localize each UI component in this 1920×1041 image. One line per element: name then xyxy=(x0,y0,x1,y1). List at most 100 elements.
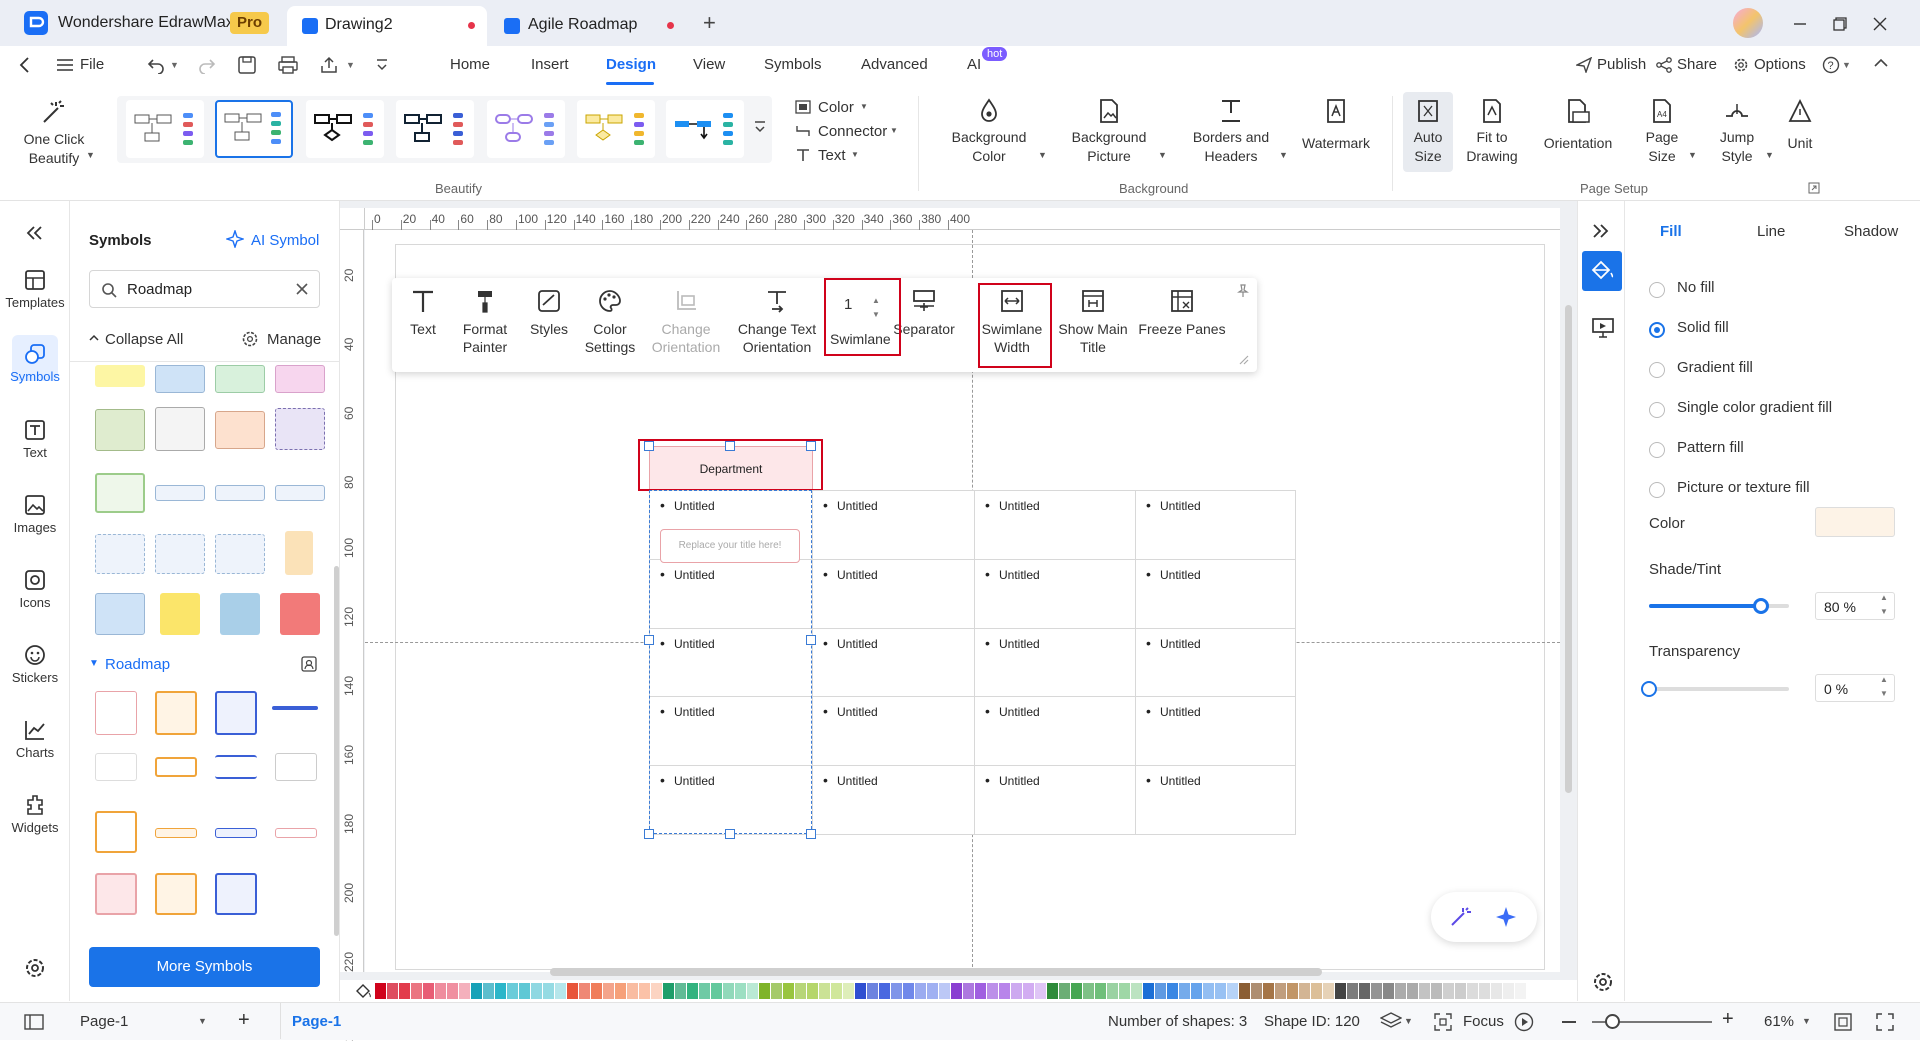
undo-icon[interactable] xyxy=(147,56,165,74)
swimlane-cell[interactable]: • Untitled xyxy=(812,765,975,835)
ai-symbol-button[interactable]: AI Symbol xyxy=(251,232,319,249)
ft-styles-button[interactable]: Styles xyxy=(524,288,574,338)
play-icon[interactable] xyxy=(1514,1012,1534,1032)
expand-panel-icon[interactable] xyxy=(1592,223,1610,239)
menu-advanced[interactable]: Advanced xyxy=(861,56,928,73)
color-swatch[interactable] xyxy=(1455,983,1466,999)
color-swatch[interactable] xyxy=(1275,983,1286,999)
gallery-more-icon[interactable] xyxy=(754,120,766,134)
text-menu[interactable]: Text xyxy=(818,147,846,164)
color-swatch[interactable] xyxy=(687,983,698,999)
zoom-dropdown-icon[interactable]: ▼ xyxy=(1802,1016,1811,1026)
connector-menu[interactable]: Connector xyxy=(818,123,887,140)
background-color-button[interactable]: Background Color xyxy=(943,98,1035,166)
tab-drawing2[interactable]: Drawing2 xyxy=(287,6,487,46)
color-swatch[interactable] xyxy=(1311,983,1322,999)
background-picture-button[interactable]: Background Picture xyxy=(1063,98,1155,166)
color-swatch[interactable] xyxy=(435,983,446,999)
ft-text-button[interactable]: Text xyxy=(400,288,446,338)
one-click-beautify-button[interactable]: One Click Beautify xyxy=(12,98,96,168)
tab-agile-roadmap[interactable]: Agile Roadmap xyxy=(500,6,680,46)
color-swatch[interactable] xyxy=(1431,983,1442,999)
transparency-input[interactable]: 0 % ▲ ▼ xyxy=(1815,674,1895,702)
color-swatch[interactable] xyxy=(891,983,902,999)
presentation-icon[interactable] xyxy=(1592,318,1614,338)
fill-radio[interactable] xyxy=(1649,402,1665,418)
roadmap-symbol[interactable] xyxy=(155,873,197,915)
background-color-dropdown-icon[interactable]: ▼ xyxy=(1038,150,1047,160)
color-swatch[interactable] xyxy=(399,983,410,999)
swimlane-cell[interactable]: • Untitled xyxy=(1135,490,1296,560)
collapse-all-button[interactable]: Collapse All xyxy=(105,331,183,348)
sticky-note-symbol[interactable] xyxy=(155,365,205,393)
fill-option-label[interactable]: Picture or texture fill xyxy=(1677,479,1810,496)
stepper-down-icon[interactable]: ▼ xyxy=(1880,689,1888,698)
beautify-style-4[interactable] xyxy=(396,100,474,158)
help-dropdown-icon[interactable]: ▼ xyxy=(1842,60,1851,70)
color-swatch[interactable] xyxy=(1023,983,1034,999)
zoom-out-icon[interactable] xyxy=(1562,1021,1576,1023)
color-swatch[interactable] xyxy=(1491,983,1502,999)
sticky-note-symbol[interactable] xyxy=(155,534,205,574)
panel-settings-gear-icon[interactable] xyxy=(1592,971,1614,993)
color-swatch[interactable] xyxy=(795,983,806,999)
color-swatch[interactable] xyxy=(783,983,794,999)
color-swatch[interactable] xyxy=(507,983,518,999)
resize-grip-icon[interactable] xyxy=(1238,354,1250,366)
roadmap-symbol[interactable] xyxy=(215,873,257,915)
borders-dropdown-icon[interactable]: ▼ xyxy=(1279,150,1288,160)
color-swatch[interactable] xyxy=(423,983,434,999)
unsaved-dot-icon[interactable] xyxy=(667,22,674,29)
color-swatch[interactable] xyxy=(915,983,926,999)
fill-option-label[interactable]: Gradient fill xyxy=(1677,359,1753,376)
back-arrow-icon[interactable] xyxy=(18,56,32,74)
page-tab-active[interactable]: Page-1 xyxy=(292,1013,341,1030)
color-swatch[interactable] xyxy=(711,983,722,999)
export-dropdown-icon[interactable]: ▼ xyxy=(346,60,355,70)
background-picture-dropdown-icon[interactable]: ▼ xyxy=(1158,150,1167,160)
shade-slider-track[interactable] xyxy=(1649,598,1789,614)
settings-gear-icon[interactable] xyxy=(24,957,46,979)
color-swatch[interactable] xyxy=(591,983,602,999)
sticky-note-symbol[interactable] xyxy=(155,407,205,451)
color-swatch[interactable] xyxy=(1347,983,1358,999)
stepper-up-icon[interactable]: ▲ xyxy=(1880,593,1888,602)
sticky-note-symbol[interactable] xyxy=(95,593,145,635)
fill-option-label[interactable]: Solid fill xyxy=(1677,319,1729,336)
color-swatch[interactable] xyxy=(867,983,878,999)
symbols-scrollbar[interactable] xyxy=(334,566,339,936)
ft-freeze-panes-button[interactable]: Freeze Panes xyxy=(1136,288,1228,338)
roadmap-symbol[interactable] xyxy=(95,873,137,915)
section-expand-icon[interactable]: ▼ xyxy=(89,658,99,669)
sticky-note-symbol[interactable] xyxy=(160,593,200,635)
ft-format-painter-button[interactable]: Format Painter xyxy=(454,288,516,356)
fill-radio[interactable] xyxy=(1649,322,1665,338)
swimlane-cell[interactable]: • Untitled xyxy=(974,490,1136,560)
fill-radio[interactable] xyxy=(1649,482,1665,498)
color-swatch[interactable] xyxy=(1095,983,1106,999)
unit-button[interactable]: Unit xyxy=(1778,98,1822,153)
text-dropdown-icon[interactable]: ▼ xyxy=(851,150,859,159)
color-swatch[interactable] xyxy=(1383,983,1394,999)
jump-style-button[interactable]: Jump Style xyxy=(1706,98,1768,166)
color-swatch[interactable] xyxy=(447,983,458,999)
fill-radio[interactable] xyxy=(1649,362,1665,378)
tab-shadow[interactable]: Shadow xyxy=(1844,223,1898,240)
roadmap-symbol[interactable] xyxy=(95,753,137,781)
print-icon[interactable] xyxy=(278,56,298,74)
jump-style-dropdown-icon[interactable]: ▼ xyxy=(1765,150,1774,160)
rail-charts[interactable]: Charts xyxy=(0,719,70,760)
help-icon[interactable]: ? xyxy=(1822,56,1840,74)
orientation-button[interactable]: Orientation xyxy=(1530,98,1626,153)
swimlane-cell[interactable]: • Untitled xyxy=(974,765,1136,835)
connector-dropdown-icon[interactable]: ▼ xyxy=(890,126,898,135)
sticky-note-symbol[interactable] xyxy=(275,408,325,450)
ft-change-orientation-button[interactable]: Change Orientation xyxy=(646,288,726,356)
zoom-percent[interactable]: 61% xyxy=(1764,1013,1794,1030)
color-swatch[interactable] xyxy=(555,983,566,999)
options-button[interactable]: Options xyxy=(1754,56,1806,73)
canvas-horizontal-scrollbar[interactable] xyxy=(550,968,1322,976)
color-swatch[interactable] xyxy=(1215,983,1226,999)
color-swatch[interactable] xyxy=(1167,983,1178,999)
fill-tool-active[interactable] xyxy=(1582,251,1622,291)
